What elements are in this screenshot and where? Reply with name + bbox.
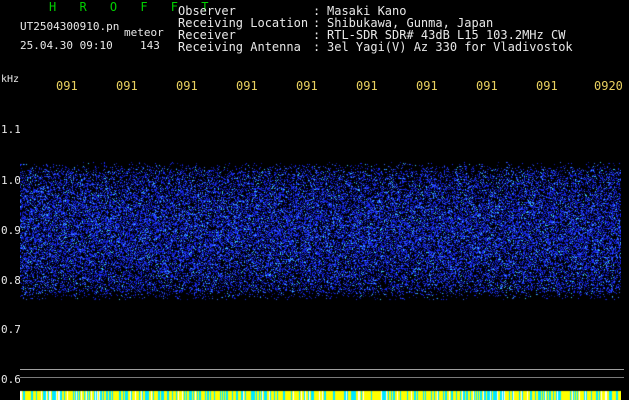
- x-tick-label: 0920: [594, 79, 623, 93]
- antenna-value: 3el Yagi(V) Az 330 for Vladivostok: [327, 40, 573, 54]
- detection-label: meteor: [124, 26, 164, 39]
- reference-line: [20, 377, 624, 378]
- antenna-separator: :: [313, 40, 321, 54]
- antenna-label: Receiving Antenna: [178, 40, 301, 54]
- spectrogram-canvas: [20, 96, 621, 400]
- x-tick-label: 091: [56, 79, 78, 93]
- frequency-unit: kHz: [1, 74, 20, 85]
- x-tick-label: 091: [176, 79, 198, 93]
- file-name: UT2504300910.pn: [20, 20, 120, 33]
- y-tick-label: 0.8: [1, 274, 21, 287]
- x-tick-label: 091: [476, 79, 498, 93]
- x-tick-label: 091: [116, 79, 138, 93]
- y-tick-label: 0.6: [1, 373, 21, 386]
- x-tick-label: 091: [536, 79, 558, 93]
- meteor-count: 143: [140, 39, 160, 52]
- y-tick-label: 1.0: [1, 174, 21, 187]
- y-tick-label: 0.7: [1, 323, 21, 336]
- x-tick-label: 091: [416, 79, 438, 93]
- observation-datetime: 25.04.30 09:10: [20, 39, 113, 52]
- reference-line: [20, 369, 624, 370]
- y-tick-label: 1.1: [1, 123, 21, 136]
- x-tick-label: 091: [296, 79, 318, 93]
- y-tick-label: 0.9: [1, 224, 21, 237]
- x-tick-label: 091: [356, 79, 378, 93]
- x-tick-label: 091: [236, 79, 258, 93]
